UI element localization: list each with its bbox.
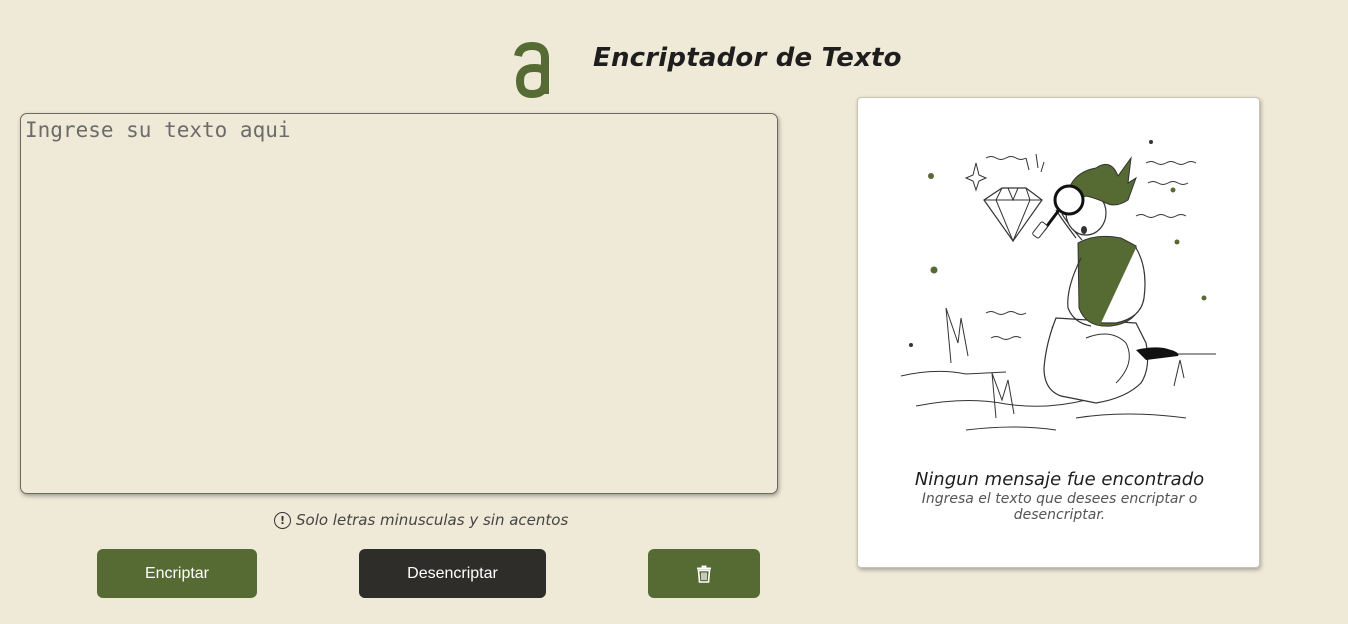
- hint-text: Solo letras minusculas y sin acentos: [296, 511, 569, 529]
- page: Encriptador de Texto ! Solo letras minus…: [0, 0, 1348, 624]
- encrypt-button[interactable]: Encriptar: [97, 549, 257, 598]
- clear-button[interactable]: [648, 549, 760, 598]
- text-input[interactable]: [20, 113, 778, 494]
- person-with-magnifying-glass-illustration: [900, 140, 1216, 431]
- alura-logo-icon: [514, 42, 549, 98]
- empty-output-title: Ningun mensaje fue encontrado: [914, 469, 1205, 490]
- input-hint: ! Solo letras minusculas y sin acentos: [274, 511, 568, 529]
- trash-icon: [697, 565, 711, 583]
- exclamation-circle-icon: !: [274, 511, 291, 529]
- decrypt-button[interactable]: Desencriptar: [359, 549, 546, 598]
- empty-output-subtitle: Ingresa el texto que desees encriptar o …: [921, 491, 1198, 523]
- output-card: Ningun mensaje fue encontrado Ingresa el…: [857, 97, 1260, 568]
- page-title: Encriptador de Texto: [593, 43, 902, 73]
